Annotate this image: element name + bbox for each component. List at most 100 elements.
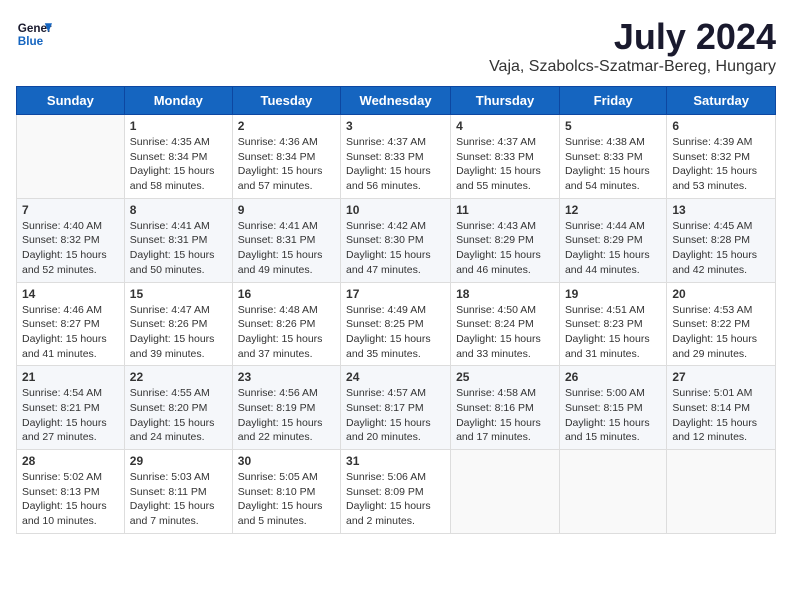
calendar-cell: 21Sunrise: 4:54 AM Sunset: 8:21 PM Dayli… (17, 366, 125, 450)
calendar-cell: 14 Sunrise: 4:46 AM Sunset: 8:27 PM Dayli… (17, 282, 125, 366)
day-number: 8 (130, 203, 227, 217)
day-content: Sunrise: 4:49 AM Sunset: 8:25 PM Dayligh… (346, 303, 445, 362)
day-content: Sunrise: 4:35 AM Sunset: 8:34 PM Dayligh… (130, 135, 227, 194)
calendar-cell: 7Sunrise: 4:40 AM Sunset: 8:32 PM Daylig… (17, 198, 125, 282)
day-number: 17 (346, 287, 445, 301)
day-number: 11 (456, 203, 554, 217)
calendar-cell (17, 115, 125, 199)
calendar-cell: 17 Sunrise: 4:49 AM Sunset: 8:25 PM Dayli… (341, 282, 451, 366)
day-content: Sunrise: 4:47 AM Sunset: 8:26 PM Dayligh… (130, 303, 227, 362)
day-number: 18 (456, 287, 554, 301)
calendar-week-row: 21Sunrise: 4:54 AM Sunset: 8:21 PM Dayli… (17, 366, 776, 450)
day-content: Sunrise: 5:02 AM Sunset: 8:13 PM Dayligh… (22, 470, 119, 529)
day-number: 3 (346, 119, 445, 133)
calendar-cell: 1 Sunrise: 4:35 AM Sunset: 8:34 PM Daylig… (124, 115, 232, 199)
day-number: 19 (565, 287, 661, 301)
calendar-cell: 25 Sunrise: 4:58 AM Sunset: 8:16 PM Dayli… (451, 366, 560, 450)
day-content: Sunrise: 4:41 AM Sunset: 8:31 PM Dayligh… (238, 219, 335, 278)
calendar-cell: 9 Sunrise: 4:41 AM Sunset: 8:31 PM Daylig… (232, 198, 340, 282)
day-content: Sunrise: 4:36 AM Sunset: 8:34 PM Dayligh… (238, 135, 335, 194)
day-number: 16 (238, 287, 335, 301)
calendar-cell: 15 Sunrise: 4:47 AM Sunset: 8:26 PM Dayli… (124, 282, 232, 366)
calendar-cell: 4 Sunrise: 4:37 AM Sunset: 8:33 PM Daylig… (451, 115, 560, 199)
day-number: 27 (672, 370, 770, 384)
day-number: 10 (346, 203, 445, 217)
calendar-week-row: 14 Sunrise: 4:46 AM Sunset: 8:27 PM Dayli… (17, 282, 776, 366)
day-content: Sunrise: 4:56 AM Sunset: 8:19 PM Dayligh… (238, 386, 335, 445)
day-content: Sunrise: 4:50 AM Sunset: 8:24 PM Dayligh… (456, 303, 554, 362)
calendar-cell: 31Sunrise: 5:06 AM Sunset: 8:09 PM Dayli… (341, 450, 451, 534)
column-header-monday: Monday (124, 87, 232, 115)
calendar-cell: 28 Sunrise: 5:02 AM Sunset: 8:13 PM Dayli… (17, 450, 125, 534)
day-content: Sunrise: 4:54 AM Sunset: 8:21 PM Dayligh… (22, 386, 119, 445)
day-content: Sunrise: 4:46 AM Sunset: 8:27 PM Dayligh… (22, 303, 119, 362)
day-content: Sunrise: 4:41 AM Sunset: 8:31 PM Dayligh… (130, 219, 227, 278)
calendar-week-row: 7Sunrise: 4:40 AM Sunset: 8:32 PM Daylig… (17, 198, 776, 282)
month-year-title: July 2024 (489, 16, 776, 58)
day-number: 22 (130, 370, 227, 384)
calendar-cell (559, 450, 666, 534)
day-number: 13 (672, 203, 770, 217)
day-number: 28 (22, 454, 119, 468)
logo: General Blue (16, 16, 52, 52)
day-number: 25 (456, 370, 554, 384)
calendar-cell: 8 Sunrise: 4:41 AM Sunset: 8:31 PM Daylig… (124, 198, 232, 282)
column-header-tuesday: Tuesday (232, 87, 340, 115)
column-header-saturday: Saturday (667, 87, 776, 115)
calendar-cell: 20 Sunrise: 4:53 AM Sunset: 8:22 PM Dayli… (667, 282, 776, 366)
calendar-cell: 18 Sunrise: 4:50 AM Sunset: 8:24 PM Dayli… (451, 282, 560, 366)
calendar-cell: 23 Sunrise: 4:56 AM Sunset: 8:19 PM Dayli… (232, 366, 340, 450)
day-content: Sunrise: 4:37 AM Sunset: 8:33 PM Dayligh… (456, 135, 554, 194)
day-number: 20 (672, 287, 770, 301)
calendar-header-row: SundayMondayTuesdayWednesdayThursdayFrid… (17, 87, 776, 115)
day-content: Sunrise: 4:38 AM Sunset: 8:33 PM Dayligh… (565, 135, 661, 194)
calendar-cell (667, 450, 776, 534)
day-number: 31 (346, 454, 445, 468)
day-content: Sunrise: 4:42 AM Sunset: 8:30 PM Dayligh… (346, 219, 445, 278)
calendar-cell: 22Sunrise: 4:55 AM Sunset: 8:20 PM Dayli… (124, 366, 232, 450)
day-number: 4 (456, 119, 554, 133)
page-header: General Blue July 2024 Vaja, Szabolcs-Sz… (16, 16, 776, 76)
calendar-table: SundayMondayTuesdayWednesdayThursdayFrid… (16, 86, 776, 534)
calendar-week-row: 28 Sunrise: 5:02 AM Sunset: 8:13 PM Dayli… (17, 450, 776, 534)
day-number: 15 (130, 287, 227, 301)
day-number: 5 (565, 119, 661, 133)
day-content: Sunrise: 5:03 AM Sunset: 8:11 PM Dayligh… (130, 470, 227, 529)
column-header-sunday: Sunday (17, 87, 125, 115)
column-header-thursday: Thursday (451, 87, 560, 115)
calendar-cell: 13 Sunrise: 4:45 AM Sunset: 8:28 PM Dayli… (667, 198, 776, 282)
calendar-cell: 16 Sunrise: 4:48 AM Sunset: 8:26 PM Dayli… (232, 282, 340, 366)
calendar-week-row: 1 Sunrise: 4:35 AM Sunset: 8:34 PM Daylig… (17, 115, 776, 199)
column-header-wednesday: Wednesday (341, 87, 451, 115)
day-content: Sunrise: 4:40 AM Sunset: 8:32 PM Dayligh… (22, 219, 119, 278)
day-number: 1 (130, 119, 227, 133)
day-content: Sunrise: 4:53 AM Sunset: 8:22 PM Dayligh… (672, 303, 770, 362)
calendar-cell: 29Sunrise: 5:03 AM Sunset: 8:11 PM Dayli… (124, 450, 232, 534)
day-content: Sunrise: 4:44 AM Sunset: 8:29 PM Dayligh… (565, 219, 661, 278)
calendar-cell (451, 450, 560, 534)
day-content: Sunrise: 5:01 AM Sunset: 8:14 PM Dayligh… (672, 386, 770, 445)
day-content: Sunrise: 4:43 AM Sunset: 8:29 PM Dayligh… (456, 219, 554, 278)
day-content: Sunrise: 5:00 AM Sunset: 8:15 PM Dayligh… (565, 386, 661, 445)
day-number: 14 (22, 287, 119, 301)
day-number: 30 (238, 454, 335, 468)
logo-icon: General Blue (16, 16, 52, 52)
day-content: Sunrise: 4:37 AM Sunset: 8:33 PM Dayligh… (346, 135, 445, 194)
svg-text:Blue: Blue (18, 35, 44, 48)
title-area: July 2024 Vaja, Szabolcs-Szatmar-Bereg, … (489, 16, 776, 76)
day-number: 26 (565, 370, 661, 384)
day-number: 9 (238, 203, 335, 217)
day-content: Sunrise: 4:57 AM Sunset: 8:17 PM Dayligh… (346, 386, 445, 445)
calendar-cell: 24 Sunrise: 4:57 AM Sunset: 8:17 PM Dayli… (341, 366, 451, 450)
day-number: 23 (238, 370, 335, 384)
day-content: Sunrise: 4:48 AM Sunset: 8:26 PM Dayligh… (238, 303, 335, 362)
calendar-cell: 6Sunrise: 4:39 AM Sunset: 8:32 PM Daylig… (667, 115, 776, 199)
day-content: Sunrise: 4:51 AM Sunset: 8:23 PM Dayligh… (565, 303, 661, 362)
day-number: 24 (346, 370, 445, 384)
calendar-cell: 27 Sunrise: 5:01 AM Sunset: 8:14 PM Dayli… (667, 366, 776, 450)
day-content: Sunrise: 4:58 AM Sunset: 8:16 PM Dayligh… (456, 386, 554, 445)
calendar-cell: 26 Sunrise: 5:00 AM Sunset: 8:15 PM Dayli… (559, 366, 666, 450)
day-content: Sunrise: 4:45 AM Sunset: 8:28 PM Dayligh… (672, 219, 770, 278)
location-subtitle: Vaja, Szabolcs-Szatmar-Bereg, Hungary (489, 58, 776, 76)
calendar-cell: 30Sunrise: 5:05 AM Sunset: 8:10 PM Dayli… (232, 450, 340, 534)
